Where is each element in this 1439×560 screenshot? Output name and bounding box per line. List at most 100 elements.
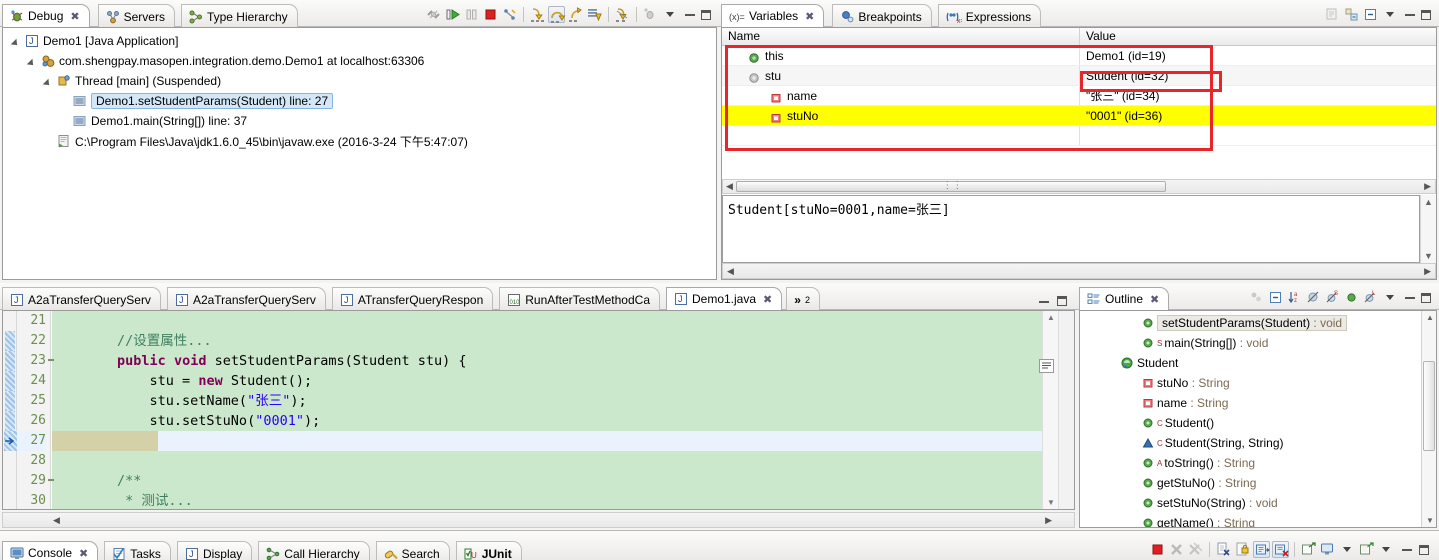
outline-item[interactable]: Student — [1080, 353, 1436, 373]
variables-hscrollbar[interactable]: ◀ ⋮⋮ ▶ — [722, 179, 1436, 194]
minimize-icon[interactable] — [685, 13, 695, 16]
hide-local-types-icon[interactable]: L — [1362, 289, 1379, 306]
hide-static-icon[interactable]: S — [1324, 289, 1341, 306]
scroll-right-arrow-icon[interactable]: ▶ — [1424, 181, 1431, 192]
bottom-tab[interactable]: U JUnit — [455, 541, 522, 560]
editor-tab[interactable]: J A2aTransferQueryServ — [2, 287, 161, 311]
step-return-icon[interactable] — [567, 6, 584, 23]
editor-tab-overflow[interactable]: » 2 — [786, 287, 820, 311]
editor-code-line[interactable]: //设置属性... — [52, 331, 1074, 351]
tab-breakpoints[interactable]: Breakpoints — [832, 4, 932, 28]
minimize-icon[interactable] — [1039, 300, 1049, 303]
variables-row-value[interactable]: Demo1 (id=19) — [1080, 46, 1436, 65]
bottom-tab[interactable]: Tasks — [104, 541, 171, 560]
close-icon[interactable]: ✖ — [763, 293, 772, 306]
close-icon[interactable]: ✖ — [79, 547, 88, 560]
variables-row-value[interactable]: "0001" (id=36) — [1080, 106, 1436, 125]
display-selected-console-icon[interactable] — [1319, 541, 1336, 558]
outline-tree[interactable]: setStudentParams(Student) : void Smain(St… — [1079, 310, 1437, 528]
maximize-icon[interactable] — [1421, 292, 1431, 303]
scroll-up-arrow-icon[interactable]: ▲ — [1426, 313, 1434, 322]
pin-console-icon[interactable] — [1300, 541, 1317, 558]
overview-ruler-annotation-icon[interactable] — [1039, 359, 1054, 373]
hide-non-public-icon[interactable] — [1343, 289, 1360, 306]
tab-outline[interactable]: Outline ✖ — [1079, 287, 1170, 311]
variable-detail-pane[interactable]: Student[stuNo=0001,name=张三] — [722, 195, 1420, 263]
collapse-all-2-icon[interactable] — [1362, 6, 1379, 23]
expand-arrow-icon[interactable] — [11, 36, 22, 47]
display-selected-console-menu-icon[interactable] — [1343, 547, 1351, 552]
outline-item[interactable]: setStuNo(String) : void — [1080, 493, 1436, 513]
editor-tab[interactable]: J ATransferQueryRespon — [331, 287, 494, 311]
code-editor[interactable]: 21 22 23 24 25 26 27 28 29 30 //设置属性... public vo… — [2, 310, 1075, 510]
detail-hscrollbar[interactable]: ◀ ▶ — [722, 263, 1436, 279]
scroll-up-arrow-icon[interactable]: ▲ — [1424, 197, 1433, 207]
minimize-icon[interactable] — [1405, 296, 1415, 299]
editor-code-line[interactable]: stu = new Student(); — [52, 371, 1074, 391]
collapse-all-icon[interactable] — [1343, 6, 1360, 23]
variables-row[interactable]: this Demo1 (id=19) — [722, 46, 1436, 66]
editor-code-line[interactable]: } — [52, 431, 1074, 451]
open-console-icon[interactable] — [1358, 541, 1375, 558]
editor-code-line[interactable] — [52, 451, 1074, 471]
debug-tree-row[interactable]: Demo1.main(String[]) line: 37 — [3, 111, 716, 131]
sort-icon[interactable]: az — [1286, 289, 1303, 306]
editor-code-line[interactable]: * 测试... — [52, 491, 1074, 509]
detail-vscrollbar[interactable]: ▲ ▼ — [1420, 195, 1436, 263]
outline-item[interactable]: name : String — [1080, 393, 1436, 413]
step-into-icon[interactable] — [529, 6, 546, 23]
disconnect2-icon[interactable] — [501, 6, 518, 23]
step-over-icon[interactable] — [548, 6, 566, 23]
drop-to-frame-icon[interactable] — [586, 6, 603, 23]
outline-item[interactable]: C Student(String, String) — [1080, 433, 1436, 453]
variables-row[interactable]: stuNo "0001" (id=36) — [722, 106, 1436, 126]
show-logical-structure-icon[interactable] — [1324, 6, 1341, 23]
outline-item[interactable]: stuNo : String — [1080, 373, 1436, 393]
variables-row[interactable]: name "张三" (id=34) — [722, 86, 1436, 106]
outline-item[interactable]: AtoString() : String — [1080, 453, 1436, 473]
scroll-lock-icon[interactable] — [1234, 541, 1251, 558]
fold-collapse-icon[interactable] — [48, 359, 54, 361]
fold-collapse-icon[interactable] — [48, 479, 54, 481]
editor-code-line[interactable] — [52, 311, 1074, 331]
outline-item[interactable]: C Student() — [1080, 413, 1436, 433]
disconnect-icon[interactable] — [425, 6, 442, 23]
editor-code-line[interactable]: stu.setName("张三"); — [52, 391, 1074, 411]
clear-console-icon[interactable] — [1215, 541, 1232, 558]
terminate-icon[interactable] — [1149, 541, 1166, 558]
expand-arrow-icon[interactable] — [27, 56, 38, 67]
tab-expressions[interactable]: x= Expressions — [937, 4, 1042, 28]
scroll-up-arrow-icon[interactable]: ▲ — [1047, 313, 1055, 322]
remove-launch-icon[interactable] — [1168, 541, 1185, 558]
show-console-on-error-icon[interactable] — [1272, 541, 1289, 558]
view-menu-icon[interactable] — [666, 12, 674, 17]
editor-code-line[interactable]: /** — [52, 471, 1074, 491]
editor-vscrollbar[interactable] — [1058, 311, 1074, 509]
hide-fields-icon[interactable] — [1305, 289, 1322, 306]
variables-row-value[interactable]: "张三" (id=34) — [1080, 86, 1436, 105]
focus-on-active-task-icon[interactable] — [1248, 289, 1265, 306]
variables-table-area[interactable]: Name Value this Demo1 (id=19) stu Student (… — [721, 27, 1437, 280]
debug-tree-row[interactable]: Demo1.setStudentParams(Student) line: 27 — [3, 91, 716, 111]
expand-arrow-icon[interactable] — [43, 76, 54, 87]
scroll-left-arrow-icon[interactable]: ◀ — [726, 181, 733, 192]
outline-vscrollbar[interactable]: ▲ ▼ — [1421, 311, 1436, 527]
editor-code-line[interactable]: stu.setStuNo("0001"); — [52, 411, 1074, 431]
outline-item[interactable]: setStudentParams(Student) : void — [1080, 313, 1436, 333]
close-icon[interactable]: ✖ — [70, 10, 79, 23]
outline-item[interactable]: getName() : String — [1080, 513, 1436, 527]
editor-tab[interactable]: J Demo1.java ✖ — [666, 287, 783, 311]
column-header-value[interactable]: Value — [1080, 28, 1436, 45]
close-icon[interactable]: ✖ — [805, 10, 814, 23]
outline-item[interactable]: getStuNo() : String — [1080, 473, 1436, 493]
debug-tree[interactable]: J Demo1 [Java Application] com.shengpay.ma… — [2, 27, 717, 280]
editor-source-code[interactable]: //设置属性... public void setStudentParams(S… — [52, 311, 1074, 509]
view-menu-icon[interactable] — [1386, 295, 1394, 300]
view-menu-icon[interactable] — [1386, 12, 1394, 17]
debug-tree-row[interactable]: J Demo1 [Java Application] — [3, 31, 716, 51]
bottom-tab[interactable]: Search — [375, 541, 450, 560]
bottom-tab[interactable]: J Display — [176, 541, 253, 560]
variables-row-value[interactable]: Student (id=32) — [1080, 66, 1436, 85]
minimize-icon[interactable] — [1405, 13, 1415, 16]
variables-row[interactable]: stu Student (id=32) — [722, 66, 1436, 86]
